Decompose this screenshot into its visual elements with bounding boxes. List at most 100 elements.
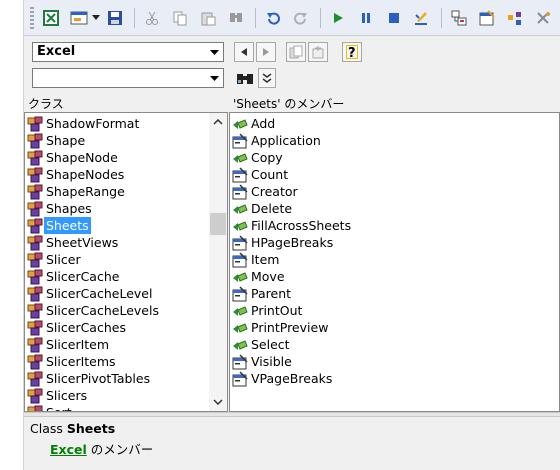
chevron-down-icon[interactable] (205, 43, 223, 61)
classes-scrollbar[interactable] (209, 113, 227, 411)
member-list-item[interactable]: PrintPreview (230, 319, 559, 336)
class-label: SlicerItems (46, 354, 116, 369)
class-list-item[interactable]: Shapes (25, 200, 209, 217)
dropdown-arrow-icon[interactable] (90, 7, 102, 29)
back-button[interactable] (234, 42, 254, 62)
detail-pane: Class Sheets Excel のメンバー (24, 417, 560, 470)
library-combo[interactable]: Excel (32, 42, 224, 62)
member-list-item[interactable]: Count (230, 166, 559, 183)
properties-icon[interactable] (476, 7, 498, 29)
toolbox-icon[interactable] (532, 7, 554, 29)
paste-icon[interactable] (197, 7, 219, 29)
member-list-item[interactable]: Delete (230, 200, 559, 217)
member-list-item[interactable]: Application (230, 132, 559, 149)
class-list-item[interactable]: SlicerCacheLevel (25, 285, 209, 302)
project-explorer-icon[interactable] (448, 7, 470, 29)
search-icon[interactable] (234, 68, 256, 90)
excel-icon[interactable] (40, 7, 62, 29)
class-label: SlicerCacheLevel (46, 286, 153, 301)
property-icon (232, 132, 248, 149)
class-list-item[interactable]: ShapeNode (25, 149, 209, 166)
class-list-item[interactable]: SlicerCaches (25, 319, 209, 336)
class-list-item[interactable]: SlicerItem (25, 336, 209, 353)
member-label: Move (251, 269, 285, 284)
member-label: Item (251, 252, 280, 267)
class-label: SlicerCaches (46, 320, 126, 335)
class-label: ShapeNode (46, 150, 118, 165)
object-browser-icon[interactable] (504, 7, 526, 29)
class-list-item[interactable]: Slicer (25, 251, 209, 268)
member-list-item[interactable]: Copy (230, 149, 559, 166)
class-label: SlicerCache (46, 269, 120, 284)
method-icon (232, 303, 248, 319)
property-icon (232, 183, 248, 200)
class-icon (27, 286, 43, 302)
design-mode-icon[interactable] (411, 7, 433, 29)
class-list-item[interactable]: SlicerCacheLevels (25, 302, 209, 319)
copy-to-clipboard-icon[interactable] (286, 42, 306, 62)
member-list-item[interactable]: FillAcrossSheets (230, 217, 559, 234)
class-list-item[interactable]: ShapeRange (25, 183, 209, 200)
redo-icon[interactable] (290, 7, 312, 29)
class-list-item[interactable]: SlicerCache (25, 268, 209, 285)
member-list-item[interactable]: Move (230, 268, 559, 285)
copy-icon[interactable] (169, 7, 191, 29)
forward-button[interactable] (256, 42, 276, 62)
member-list-item[interactable]: Creator (230, 183, 559, 200)
undo-icon[interactable] (262, 7, 284, 29)
class-list-item[interactable]: SheetViews (25, 234, 209, 251)
method-icon (232, 218, 248, 234)
member-list-item[interactable]: Parent (230, 285, 559, 302)
member-list-item[interactable]: Item (230, 251, 559, 268)
members-list[interactable]: Add Application Copy Count Creator Delete Fill… (229, 112, 560, 412)
class-icon (27, 269, 43, 285)
chevron-down-icon[interactable] (209, 393, 227, 411)
member-list-item[interactable]: PrintOut (230, 302, 559, 319)
detail-class-prefix: Class (30, 421, 67, 436)
run-icon[interactable] (327, 7, 349, 29)
class-icon (27, 252, 43, 268)
member-list-item[interactable]: Visible (230, 353, 559, 370)
class-icon (27, 388, 43, 404)
class-list-item[interactable]: SlicerItems (25, 353, 209, 370)
property-icon (232, 166, 248, 183)
save-icon[interactable] (104, 7, 126, 29)
library-value: Excel (37, 44, 76, 59)
class-list-item[interactable]: ShadowFormat (25, 115, 209, 132)
help-icon[interactable]: ? (342, 42, 362, 62)
find-icon[interactable] (225, 7, 247, 29)
class-label: SheetViews (46, 235, 119, 250)
class-icon (27, 218, 43, 234)
view-object-icon[interactable] (68, 7, 90, 29)
class-list-item[interactable]: Sort (25, 404, 209, 411)
library-link[interactable]: Excel (50, 442, 87, 457)
cut-icon[interactable] (141, 7, 163, 29)
break-icon[interactable] (355, 7, 377, 29)
method-icon (232, 337, 248, 353)
member-list-item[interactable]: VPageBreaks (230, 370, 559, 387)
toolbar-grip[interactable] (30, 6, 34, 29)
svg-text:?: ? (348, 46, 356, 59)
classes-list[interactable]: ShadowFormat Shape ShapeNode ShapeNodes Shap… (24, 112, 228, 412)
detail-class-name: Sheets (66, 421, 116, 436)
class-icon (27, 354, 43, 370)
method-icon (232, 269, 248, 285)
view-definition-icon[interactable] (308, 42, 328, 62)
member-list-item[interactable]: HPageBreaks (230, 234, 559, 251)
chevron-down-icon[interactable] (205, 69, 223, 87)
class-list-item[interactable]: Sheets (25, 217, 209, 234)
member-list-item[interactable]: Add (230, 115, 559, 132)
class-list-item[interactable]: SlicerPivotTables (25, 370, 209, 387)
toggle-search-results-icon[interactable] (258, 68, 276, 88)
class-list-item[interactable]: Shape (25, 132, 209, 149)
class-icon (27, 167, 43, 183)
property-icon (232, 234, 248, 251)
scroll-thumb[interactable] (210, 213, 226, 235)
class-list-item[interactable]: ShapeNodes (25, 166, 209, 183)
class-list-item[interactable]: Slicers (25, 387, 209, 404)
members-rows: Add Application Copy Count Creator Delete Fill… (230, 115, 559, 387)
chevron-up-icon[interactable] (209, 113, 227, 131)
search-combo[interactable] (32, 68, 224, 88)
reset-icon[interactable] (383, 7, 405, 29)
member-list-item[interactable]: Select (230, 336, 559, 353)
